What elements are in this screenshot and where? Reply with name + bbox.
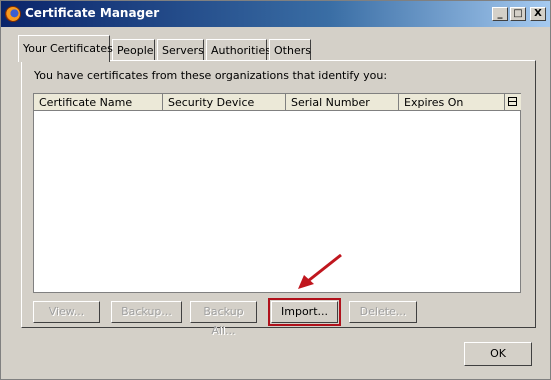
- maximize-button[interactable]: □: [510, 7, 526, 21]
- certificate-manager-window: Certificate Manager _ □ X Your Certifica…: [0, 0, 551, 380]
- window-title: Certificate Manager: [25, 6, 160, 20]
- certificate-list[interactable]: Certificate Name Security Device Serial …: [33, 93, 521, 293]
- delete-button[interactable]: Delete...: [349, 301, 417, 323]
- column-header-expires-on[interactable]: Expires On: [399, 94, 505, 111]
- column-header-security-device[interactable]: Security Device: [163, 94, 286, 111]
- import-highlight-box: [268, 298, 341, 326]
- firefox-icon: [5, 6, 21, 22]
- ok-button[interactable]: OK: [464, 342, 532, 366]
- column-header-serial-number[interactable]: Serial Number: [286, 94, 399, 111]
- tab-label: Others: [274, 44, 311, 57]
- view-button[interactable]: View...: [33, 301, 100, 323]
- column-header-certificate-name[interactable]: Certificate Name: [34, 94, 163, 111]
- tab-label: Servers: [162, 44, 204, 57]
- tab-servers[interactable]: Servers: [157, 39, 204, 60]
- tab-label: People: [117, 44, 154, 57]
- tab-label: Your Certificates: [23, 42, 113, 55]
- annotation-arrow-icon: [298, 253, 342, 289]
- tab-authorities[interactable]: Authorities: [206, 39, 271, 60]
- backup-button[interactable]: Backup...: [111, 301, 182, 323]
- title-bar[interactable]: Certificate Manager _ □ X: [1, 1, 550, 27]
- certificates-panel: You have certificates from these organiz…: [21, 60, 536, 337]
- tab-others[interactable]: Others: [269, 39, 311, 60]
- tab-people[interactable]: People: [112, 39, 155, 60]
- intro-text: You have certificates from these organiz…: [34, 69, 388, 82]
- tab-your-certificates[interactable]: Your Certificates: [18, 35, 113, 62]
- tab-label: Authorities: [211, 44, 271, 57]
- backup-all-button[interactable]: Backup All...: [190, 301, 257, 337]
- minimize-button[interactable]: _: [492, 7, 508, 21]
- column-picker-icon: [508, 97, 517, 106]
- close-button[interactable]: X: [530, 7, 546, 21]
- column-picker-button[interactable]: [505, 94, 521, 111]
